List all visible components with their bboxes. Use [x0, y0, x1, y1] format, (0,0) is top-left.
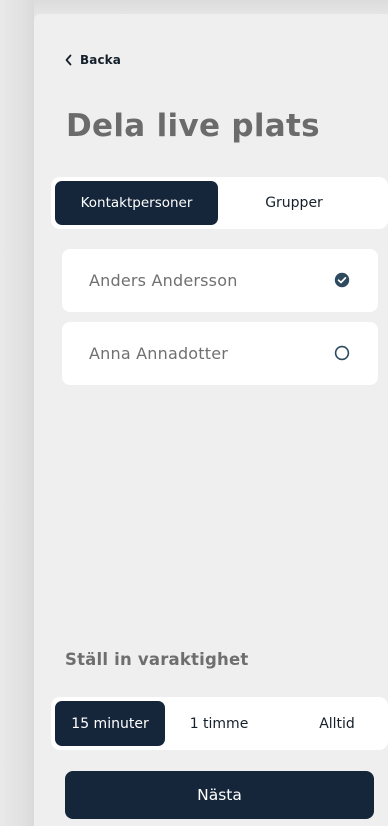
back-label: Backa: [80, 53, 121, 67]
contact-name: Anna Annadotter: [89, 344, 229, 363]
duration-option-1-timme[interactable]: 1 timme: [174, 701, 264, 746]
tab-kontaktpersoner[interactable]: Kontaktpersoner: [55, 181, 218, 225]
duration-heading: Ställ in varaktighet: [65, 650, 249, 669]
next-button[interactable]: Nästa: [65, 771, 374, 819]
contact-name: Anders Andersson: [89, 271, 238, 290]
contact-item[interactable]: Anders Andersson: [62, 249, 378, 312]
recipient-type-tabs: Kontaktpersoner Grupper: [51, 177, 388, 229]
contact-item[interactable]: Anna Annadotter: [62, 322, 378, 385]
duration-option-alltid[interactable]: Alltid: [294, 701, 380, 746]
screen: Backa Dela live plats Kontaktpersoner Gr…: [0, 0, 388, 826]
background-shadow: [0, 0, 34, 826]
circle-outline-icon: [334, 345, 350, 361]
back-button[interactable]: Backa: [64, 51, 121, 69]
duration-selector: 15 minuter 1 timme Alltid: [51, 697, 388, 750]
page-title: Dela live plats: [66, 108, 320, 144]
chevron-left-icon: [65, 54, 72, 66]
duration-option-15-minuter[interactable]: 15 minuter: [55, 701, 165, 746]
check-circle-filled-icon: [334, 272, 350, 288]
tab-grupper[interactable]: Grupper: [244, 181, 344, 225]
